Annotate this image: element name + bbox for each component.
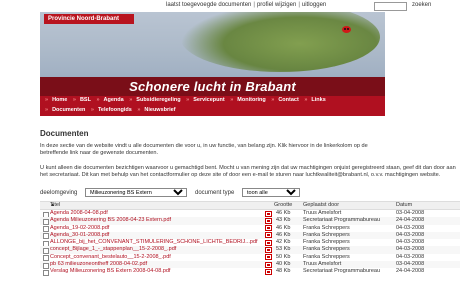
nav-bsl[interactable]: BSL	[80, 97, 91, 103]
table-row[interactable]: Agenda Milieuzonering BS 2008-04-23 Exte…	[40, 217, 460, 225]
pdf-icon	[265, 239, 272, 246]
page-title: Documenten	[40, 129, 89, 138]
document-date: 03-04-2008	[396, 210, 425, 216]
document-link[interactable]: Agenda_19-02-2008.pdf	[50, 225, 265, 232]
group-label: deelomgeving	[40, 190, 78, 196]
col-date[interactable]: Datum	[396, 202, 412, 208]
document-size: 53 Kb	[276, 246, 291, 253]
nav-home[interactable]: Home	[52, 97, 67, 103]
nav-nieuwsbrief[interactable]: Nieuwsbrief	[144, 107, 175, 113]
table-row[interactable]: Verslag Milieuzonering BS Extern 2008-04…	[40, 268, 460, 276]
main-nav: » Home » BSL » Agenda » Subsidieregeling » Se…	[40, 96, 385, 116]
pdf-icon	[265, 225, 272, 232]
sort-arrow-icon: ▲	[50, 202, 55, 208]
utility-links: laatst toegevoegde documenten | profiel wi…	[166, 2, 327, 8]
pdf-icon	[265, 246, 272, 253]
brand-logo[interactable]: Provincie Noord-Brabant	[44, 14, 134, 24]
documents-table: Titel ▲ Grootte Geplaatst door Datum Age…	[40, 201, 460, 276]
table-row[interactable]: Concept_convenant_bestelauto__15-2-2008_…	[40, 253, 460, 262]
table-row[interactable]: Agenda 2008-04-08.pdf 46 Kb Truus Amelsfor…	[40, 210, 460, 218]
document-size: 48 Kb	[276, 268, 291, 275]
document-size: 46 Kb	[276, 224, 291, 231]
document-owner: Franka Schreppers	[303, 239, 350, 246]
document-link[interactable]: Verslag Milieuzonering BS Extern 2008-04…	[50, 268, 265, 275]
document-size: 46 Kb	[276, 231, 291, 238]
document-owner: Truus Amelsfort	[303, 210, 342, 216]
document-size: 43 Kb	[276, 217, 291, 224]
type-label: document type	[195, 190, 235, 196]
ladybug-image	[342, 26, 351, 33]
document-size: 40 Kb	[276, 261, 291, 268]
nav-servicepunt[interactable]: Servicepunt	[193, 97, 224, 103]
group-select[interactable]: Milieuzonering BS Extern	[85, 188, 187, 197]
table-row[interactable]: pb 63 milieuzoneontheff 2008-04-02.pdf 40…	[40, 261, 460, 269]
document-date: 24-04-2008	[396, 268, 425, 275]
document-owner: Franka Schreppers	[303, 253, 350, 260]
document-link[interactable]: concept_Bijlage_1_-_stappenplan__15-2-20…	[50, 246, 265, 253]
document-date: 04-03-2008	[396, 239, 425, 246]
document-owner: Franka Schreppers	[303, 231, 350, 238]
col-size[interactable]: Grootte	[274, 202, 292, 208]
pdf-icon	[265, 268, 272, 275]
document-owner: Secretariaat Programmabureau	[303, 217, 381, 224]
document-date: 24-04-2008	[396, 217, 425, 224]
link-logout[interactable]: uitloggen	[302, 2, 326, 8]
pdf-icon	[265, 261, 272, 268]
document-link[interactable]: Agenda 2008-04-08.pdf	[50, 210, 265, 217]
top-bar: laatst toegevoegde documenten | profiel wi…	[0, 0, 475, 12]
document-date: 03-04-2008	[396, 261, 425, 268]
document-link[interactable]: ALLONGE_bij_het_CONVENANT_STIMULERING_SC…	[50, 239, 265, 246]
row-checkbox[interactable]	[43, 269, 49, 276]
link-edit-profile[interactable]: profiel wijzigen	[257, 2, 296, 8]
document-date: 04-03-2008	[396, 253, 425, 260]
document-size: 46 Kb	[276, 210, 291, 216]
nav-contact[interactable]: Contact	[278, 97, 298, 103]
nav-monitoring[interactable]: Monitoring	[237, 97, 265, 103]
document-owner: Truus Amelsfort	[303, 261, 342, 268]
document-link[interactable]: Agenda Milieuzonering BS 2008-04-23 Exte…	[50, 217, 265, 224]
document-date: 04-03-2008	[396, 246, 425, 253]
document-date: 04-03-2008	[396, 231, 425, 238]
table-row[interactable]: ALLONGE_bij_het_CONVENANT_STIMULERING_SC…	[40, 239, 460, 247]
nav-telefoongids[interactable]: Telefoongids	[98, 107, 132, 113]
pdf-icon	[265, 232, 272, 239]
nav-documenten[interactable]: Documenten	[52, 107, 85, 113]
search-button[interactable]: zoeken	[412, 2, 431, 8]
document-date: 04-03-2008	[396, 224, 425, 231]
document-owner: Franka Schreppers	[303, 224, 350, 231]
document-owner: Franka Schreppers	[303, 246, 350, 253]
col-owner[interactable]: Geplaatst door	[303, 202, 339, 208]
intro-text: In deze sectie van de website vindt u al…	[40, 143, 368, 156]
document-size: 50 Kb	[276, 253, 291, 260]
leaf-image	[180, 12, 380, 72]
pdf-icon	[265, 217, 272, 224]
header-banner: Provincie Noord-Brabant Schonere lucht i…	[40, 12, 385, 96]
slogan: Schonere lucht in Brabant	[40, 77, 385, 96]
nav-subsidieregeling[interactable]: Subsidieregeling	[136, 97, 180, 103]
nav-agenda[interactable]: Agenda	[104, 97, 124, 103]
access-text: U kunt alleen die documenten bezichtigen…	[40, 165, 456, 178]
table-row[interactable]: concept_Bijlage_1_-_stappenplan__15-2-20…	[40, 246, 460, 254]
table-row[interactable]: Agenda_19-02-2008.pdf 46 Kb Franka Schrepp…	[40, 224, 460, 233]
document-link[interactable]: pb 63 milieuzoneontheff 2008-04-02.pdf	[50, 261, 265, 268]
table-row[interactable]: Agenda_30-01-2008.pdf 46 Kb Franka Schrepp…	[40, 231, 460, 240]
pdf-icon	[265, 254, 272, 261]
document-link[interactable]: Concept_convenant_bestelauto__15-2-2008_…	[50, 254, 265, 261]
table-header: Titel ▲ Grootte Geplaatst door Datum	[40, 201, 460, 210]
document-owner: Secretariaat Programmabureau	[303, 268, 381, 275]
pdf-icon	[265, 210, 272, 217]
document-size: 42 Kb	[276, 239, 291, 246]
type-select[interactable]: toon alle	[242, 188, 300, 197]
nav-links[interactable]: Links	[311, 97, 325, 103]
search-input[interactable]	[374, 2, 407, 11]
link-recent-documents[interactable]: laatst toegevoegde documenten	[166, 2, 251, 8]
document-link[interactable]: Agenda_30-01-2008.pdf	[50, 232, 265, 239]
